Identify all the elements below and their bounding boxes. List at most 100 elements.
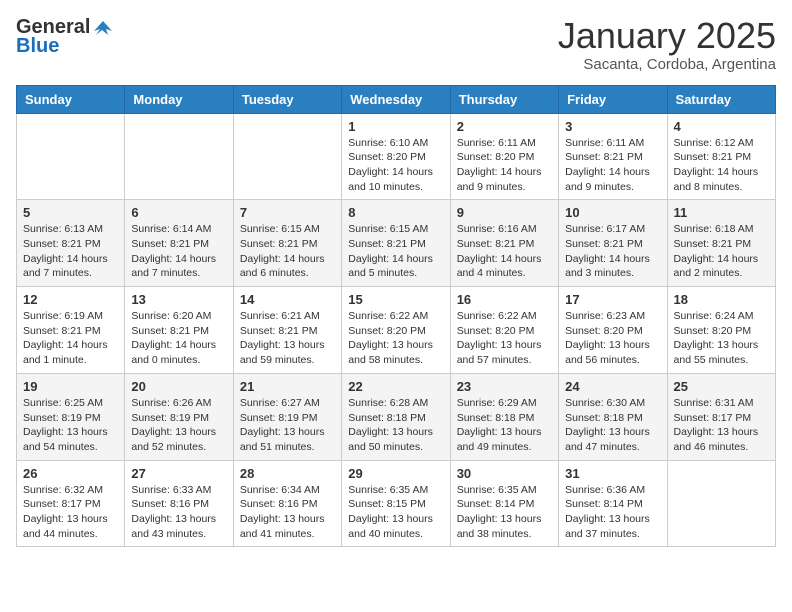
day-of-week-header: Wednesday (342, 85, 450, 113)
calendar-cell: 10 Sunrise: 6:17 AMSunset: 8:21 PMDayligh… (559, 200, 667, 287)
day-info: Sunrise: 6:13 AMSunset: 8:21 PMDaylight:… (23, 222, 118, 281)
day-info: Sunrise: 6:12 AMSunset: 8:21 PMDaylight:… (674, 136, 769, 195)
day-number: 3 (565, 119, 660, 134)
day-info: Sunrise: 6:26 AMSunset: 8:19 PMDaylight:… (131, 396, 226, 455)
day-number: 10 (565, 205, 660, 220)
day-number: 11 (674, 205, 769, 220)
calendar-cell: 2Sunrise: 6:11 AMSunset: 8:20 PMDaylight… (450, 113, 558, 200)
day-info: Sunrise: 6:14 AMSunset: 8:21 PMDaylight:… (131, 222, 226, 281)
day-number: 25 (674, 379, 769, 394)
calendar-table: SundayMondayTuesdayWednesdayThursdayFrid… (16, 85, 776, 548)
day-of-week-header: Friday (559, 85, 667, 113)
day-info: Sunrise: 6:35 AMSunset: 8:14 PMDaylight:… (457, 483, 552, 542)
calendar-cell: 29 Sunrise: 6:35 AMSunset: 8:15 PMDayligh… (342, 460, 450, 547)
calendar-week-row: 5 Sunrise: 6:13 AMSunset: 8:21 PMDaylight… (17, 200, 776, 287)
day-number: 5 (23, 205, 118, 220)
day-info: Sunrise: 6:23 AMSunset: 8:20 PMDaylight:… (565, 309, 660, 368)
day-info: Sunrise: 6:20 AMSunset: 8:21 PMDaylight:… (131, 309, 226, 368)
location-text: Sacanta, Cordoba, Argentina (558, 56, 776, 73)
day-number: 20 (131, 379, 226, 394)
calendar-cell: 31 Sunrise: 6:36 AMSunset: 8:14 PMDayligh… (559, 460, 667, 547)
calendar-cell: 26Sunrise: 6:32 AMSunset: 8:17 PMDayligh… (17, 460, 125, 547)
day-number: 7 (240, 205, 335, 220)
day-number: 19 (23, 379, 118, 394)
day-number: 16 (457, 292, 552, 307)
day-info: Sunrise: 6:28 AMSunset: 8:18 PMDaylight:… (348, 396, 443, 455)
day-number: 14 (240, 292, 335, 307)
day-number: 8 (348, 205, 443, 220)
day-of-week-header: Thursday (450, 85, 558, 113)
calendar-week-row: 12 Sunrise: 6:19 AMSunset: 8:21 PMDayligh… (17, 287, 776, 374)
day-number: 29 (348, 466, 443, 481)
day-info: Sunrise: 6:15 AMSunset: 8:21 PMDaylight:… (240, 222, 335, 281)
day-info: Sunrise: 6:36 AMSunset: 8:14 PMDaylight:… (565, 483, 660, 542)
calendar-cell: 14 Sunrise: 6:21 AMSunset: 8:21 PMDayligh… (233, 287, 341, 374)
calendar-header-row: SundayMondayTuesdayWednesdayThursdayFrid… (17, 85, 776, 113)
day-number: 23 (457, 379, 552, 394)
calendar-cell (667, 460, 775, 547)
day-info: Sunrise: 6:11 AMSunset: 8:21 PMDaylight:… (565, 136, 660, 195)
calendar-cell: 20 Sunrise: 6:26 AMSunset: 8:19 PMDayligh… (125, 373, 233, 460)
calendar-cell: 8Sunrise: 6:15 AMSunset: 8:21 PMDaylight… (342, 200, 450, 287)
day-info: Sunrise: 6:22 AMSunset: 8:20 PMDaylight:… (457, 309, 552, 368)
calendar-cell: 15Sunrise: 6:22 AMSunset: 8:20 PMDayligh… (342, 287, 450, 374)
calendar-cell: 30 Sunrise: 6:35 AMSunset: 8:14 PMDayligh… (450, 460, 558, 547)
day-info: Sunrise: 6:22 AMSunset: 8:20 PMDaylight:… (348, 309, 443, 368)
day-number: 12 (23, 292, 118, 307)
day-number: 6 (131, 205, 226, 220)
title-block: January 2025 Sacanta, Cordoba, Argentina (558, 16, 776, 73)
calendar-cell: 25 Sunrise: 6:31 AMSunset: 8:17 PMDayligh… (667, 373, 775, 460)
calendar-cell: 21 Sunrise: 6:27 AMSunset: 8:19 PMDayligh… (233, 373, 341, 460)
calendar-cell: 4 Sunrise: 6:12 AMSunset: 8:21 PMDaylight… (667, 113, 775, 200)
calendar-cell: 3 Sunrise: 6:11 AMSunset: 8:21 PMDaylight… (559, 113, 667, 200)
calendar-cell: 1Sunrise: 6:10 AMSunset: 8:20 PMDaylight… (342, 113, 450, 200)
calendar-cell: 11Sunrise: 6:18 AMSunset: 8:21 PMDayligh… (667, 200, 775, 287)
logo-bird-icon (92, 17, 114, 39)
calendar-cell: 23Sunrise: 6:29 AMSunset: 8:18 PMDayligh… (450, 373, 558, 460)
day-info: Sunrise: 6:34 AMSunset: 8:16 PMDaylight:… (240, 483, 335, 542)
day-number: 30 (457, 466, 552, 481)
day-number: 17 (565, 292, 660, 307)
day-of-week-header: Tuesday (233, 85, 341, 113)
day-info: Sunrise: 6:35 AMSunset: 8:15 PMDaylight:… (348, 483, 443, 542)
day-number: 21 (240, 379, 335, 394)
day-number: 22 (348, 379, 443, 394)
day-of-week-header: Monday (125, 85, 233, 113)
day-number: 18 (674, 292, 769, 307)
day-info: Sunrise: 6:25 AMSunset: 8:19 PMDaylight:… (23, 396, 118, 455)
day-info: Sunrise: 6:17 AMSunset: 8:21 PMDaylight:… (565, 222, 660, 281)
day-of-week-header: Saturday (667, 85, 775, 113)
calendar-cell (17, 113, 125, 200)
day-info: Sunrise: 6:31 AMSunset: 8:17 PMDaylight:… (674, 396, 769, 455)
calendar-cell: 19 Sunrise: 6:25 AMSunset: 8:19 PMDayligh… (17, 373, 125, 460)
day-info: Sunrise: 6:16 AMSunset: 8:21 PMDaylight:… (457, 222, 552, 281)
day-number: 2 (457, 119, 552, 134)
day-number: 13 (131, 292, 226, 307)
logo-blue-text: Blue (16, 35, 59, 58)
calendar-week-row: 26Sunrise: 6:32 AMSunset: 8:17 PMDayligh… (17, 460, 776, 547)
day-number: 4 (674, 119, 769, 134)
calendar-cell (233, 113, 341, 200)
day-info: Sunrise: 6:32 AMSunset: 8:17 PMDaylight:… (23, 483, 118, 542)
calendar-cell: 6 Sunrise: 6:14 AMSunset: 8:21 PMDaylight… (125, 200, 233, 287)
calendar-cell: 16 Sunrise: 6:22 AMSunset: 8:20 PMDayligh… (450, 287, 558, 374)
calendar-cell: 28 Sunrise: 6:34 AMSunset: 8:16 PMDayligh… (233, 460, 341, 547)
calendar-cell: 24Sunrise: 6:30 AMSunset: 8:18 PMDayligh… (559, 373, 667, 460)
day-info: Sunrise: 6:27 AMSunset: 8:19 PMDaylight:… (240, 396, 335, 455)
day-number: 9 (457, 205, 552, 220)
calendar-cell: 27Sunrise: 6:33 AMSunset: 8:16 PMDayligh… (125, 460, 233, 547)
calendar-cell: 13 Sunrise: 6:20 AMSunset: 8:21 PMDayligh… (125, 287, 233, 374)
calendar-cell (125, 113, 233, 200)
day-info: Sunrise: 6:19 AMSunset: 8:21 PMDaylight:… (23, 309, 118, 368)
day-info: Sunrise: 6:24 AMSunset: 8:20 PMDaylight:… (674, 309, 769, 368)
day-number: 31 (565, 466, 660, 481)
day-info: Sunrise: 6:33 AMSunset: 8:16 PMDaylight:… (131, 483, 226, 542)
day-info: Sunrise: 6:21 AMSunset: 8:21 PMDaylight:… (240, 309, 335, 368)
calendar-week-row: 19 Sunrise: 6:25 AMSunset: 8:19 PMDayligh… (17, 373, 776, 460)
day-number: 1 (348, 119, 443, 134)
month-title: January 2025 (558, 16, 776, 56)
day-number: 28 (240, 466, 335, 481)
calendar-week-row: 1Sunrise: 6:10 AMSunset: 8:20 PMDaylight… (17, 113, 776, 200)
page-header: General Blue January 2025 Sacanta, Cordo… (16, 16, 776, 73)
calendar-cell: 22 Sunrise: 6:28 AMSunset: 8:18 PMDayligh… (342, 373, 450, 460)
